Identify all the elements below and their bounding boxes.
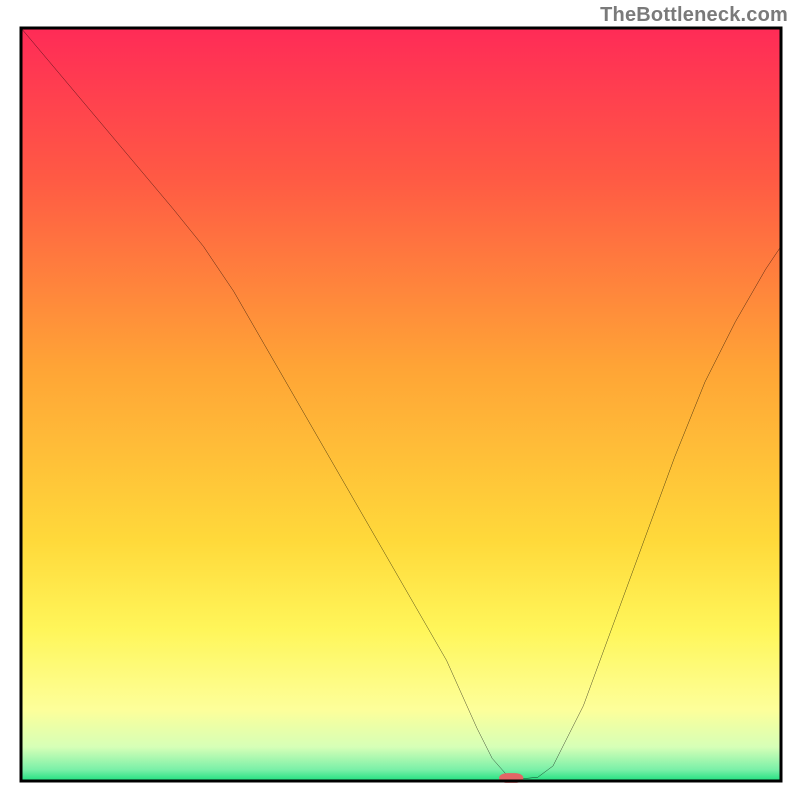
bottleneck-chart [0, 0, 800, 800]
gradient-background [21, 28, 781, 781]
chart-container: TheBottleneck.com [0, 0, 800, 800]
plot-area [21, 28, 781, 783]
